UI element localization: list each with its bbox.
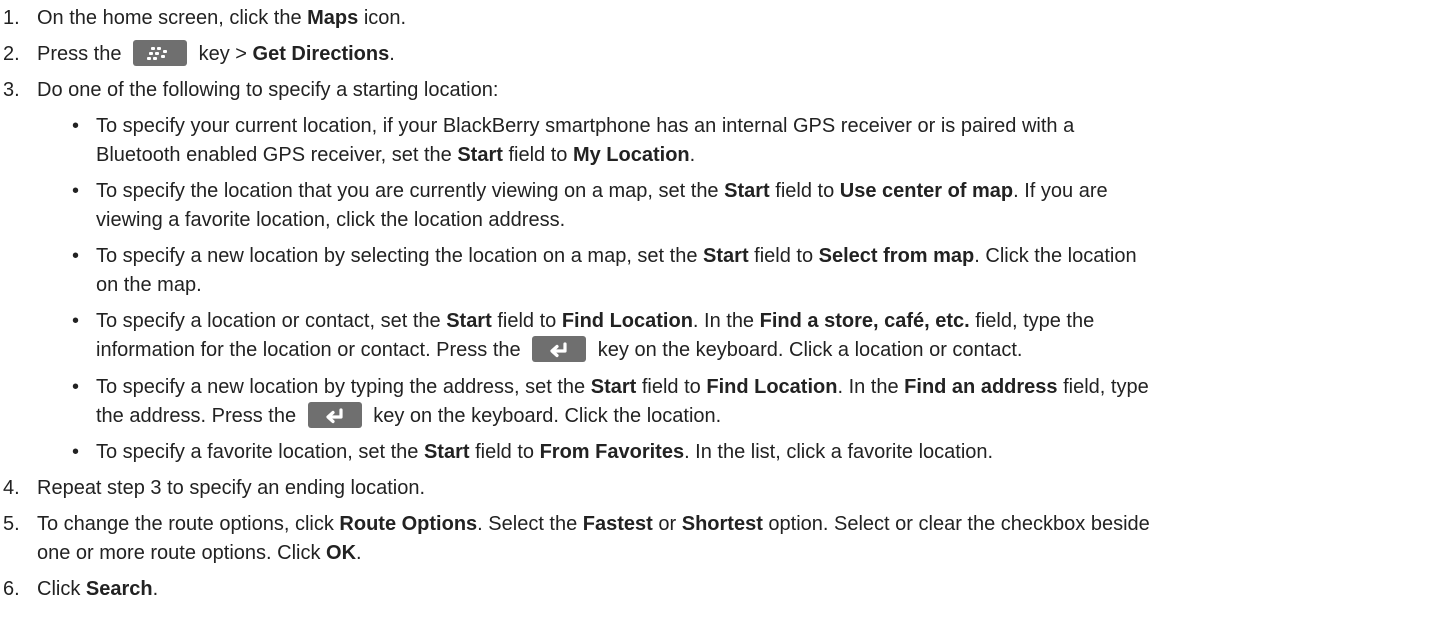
- bullet-glyph: •: [72, 245, 80, 267]
- bold-term: Route Options: [339, 513, 478, 535]
- text-run: To specify a location or contact, set th…: [96, 310, 447, 332]
- step-1-text: On the home screen, click the Maps icon.: [37, 5, 406, 31]
- bullet-3-line-1: To specify a new location by selecting t…: [96, 243, 1137, 269]
- text-run: field to: [502, 144, 573, 166]
- bold-term: Maps: [307, 7, 359, 29]
- instructions-document: 1. On the home screen, click the Maps ic…: [0, 0, 1429, 633]
- bold-term: Fastest: [582, 513, 653, 535]
- bold-term: Start: [724, 180, 770, 202]
- bullet-glyph: •: [72, 441, 80, 463]
- text-run: field to: [491, 310, 562, 332]
- bold-term: Start: [457, 144, 503, 166]
- text-run: on the map.: [96, 274, 202, 296]
- text-run: . In the: [837, 376, 905, 398]
- text-run: To specify your current location, if you…: [96, 115, 1075, 137]
- text-run: icon.: [358, 7, 407, 29]
- bold-term: Use center of map: [839, 180, 1014, 202]
- bold-term: Start: [423, 441, 470, 463]
- text-run: To specify the location that you are cur…: [96, 180, 725, 202]
- text-run: Repeat step 3 to specify an ending locat…: [37, 477, 426, 499]
- text-run: Press the: [37, 43, 128, 65]
- bullet-5-line-2: the address. Press the key on the keyboa…: [96, 401, 722, 429]
- text-run: . In the: [692, 310, 760, 332]
- bullet-glyph: •: [72, 115, 80, 137]
- bullet-1-line-2: Bluetooth enabled GPS receiver, set the …: [96, 142, 695, 168]
- enter-key-icon: [307, 401, 362, 428]
- bullet-glyph: •: [72, 310, 80, 332]
- text-run: . If you are: [1013, 180, 1108, 202]
- step-4-text: Repeat step 3 to specify an ending locat…: [37, 475, 425, 501]
- text-run: Click: [37, 578, 86, 600]
- bold-term: Start: [590, 376, 637, 398]
- text-run: field to: [769, 180, 840, 202]
- bold-term: Start: [446, 310, 492, 332]
- bold-term: Search: [85, 578, 153, 600]
- text-run: field to: [469, 441, 540, 463]
- bullet-4-line-2: information for the location or contact.…: [96, 335, 1023, 363]
- text-run: field to: [636, 376, 707, 398]
- bullet-3-line-2: on the map.: [96, 272, 202, 298]
- bold-term: Shortest: [681, 513, 763, 535]
- text-run: . Select the: [477, 513, 583, 535]
- menu-key-icon: [133, 39, 188, 66]
- bold-term: Get Directions: [252, 43, 390, 65]
- text-run: To change the route options, click: [37, 513, 340, 535]
- text-run: . Click the location: [974, 245, 1137, 267]
- step-5-line-2: one or more route options. Click OK.: [37, 540, 362, 566]
- text-run: .: [389, 43, 395, 65]
- text-run: To specify a new location by selecting t…: [96, 245, 704, 267]
- bullet-4-line-1: To specify a location or contact, set th…: [96, 308, 1094, 334]
- bullet-6-line-1: To specify a favorite location, set the …: [96, 439, 993, 465]
- enter-key-icon: [532, 335, 587, 362]
- bullet-5-line-1: To specify a new location by typing the …: [96, 374, 1149, 400]
- bullet-2-line-1: To specify the location that you are cur…: [96, 178, 1108, 204]
- text-run: To specify a new location by typing the …: [96, 376, 591, 398]
- bullet-1-line-1: To specify your current location, if you…: [96, 113, 1074, 139]
- bullet-glyph: •: [72, 376, 80, 398]
- text-run: .: [152, 578, 159, 600]
- text-run: . In the list, click a favorite location…: [684, 441, 994, 463]
- text-run: key on the keyboard. Click a location or…: [592, 339, 1023, 361]
- bold-term: Start: [703, 245, 749, 267]
- bullet-glyph: •: [72, 180, 80, 202]
- text-run: field, type: [1057, 376, 1149, 398]
- step-5-line-1: To change the route options, click Route…: [37, 511, 1150, 537]
- bold-term: Select from map: [818, 245, 975, 267]
- bold-term: OK: [326, 542, 357, 564]
- step-2-text: Press the key > Get Directions.: [37, 39, 395, 67]
- text-run: Do one of the following to specify a sta…: [37, 79, 499, 101]
- step-6-text: Click Search.: [37, 576, 158, 602]
- bullet-2-line-2: viewing a favorite location, click the l…: [96, 207, 565, 233]
- text-run: key >: [193, 43, 253, 65]
- step-3-text: Do one of the following to specify a sta…: [37, 77, 498, 103]
- bold-term: Find an address: [904, 376, 1058, 398]
- text-run: Bluetooth enabled GPS receiver, set the: [96, 144, 458, 166]
- text-run: .: [689, 144, 696, 166]
- step-number: 6.: [3, 578, 20, 600]
- text-run: option. Select or clear the checkbox bes…: [762, 513, 1150, 535]
- text-run: field, type the: [969, 310, 1095, 332]
- bold-term: Find a store, café, etc.: [759, 310, 970, 332]
- text-run: To specify a favorite location, set the: [96, 441, 424, 463]
- text-run: On the home screen, click the: [37, 7, 308, 29]
- text-run: the address. Press the: [96, 405, 302, 427]
- text-run: .: [356, 542, 362, 564]
- step-number: 5.: [3, 513, 20, 535]
- bold-term: My Location: [572, 144, 690, 166]
- text-run: or: [652, 513, 682, 535]
- text-run: viewing a favorite location, click the l…: [96, 209, 566, 231]
- step-number: 4.: [3, 477, 20, 499]
- text-run: key on the keyboard. Click the location.: [367, 405, 722, 427]
- bold-term: Find Location: [561, 310, 693, 332]
- text-run: one or more route options. Click: [37, 542, 327, 564]
- step-number: 2.: [3, 43, 20, 65]
- bold-term: From Favorites: [539, 441, 685, 463]
- bold-term: Find Location: [706, 376, 838, 398]
- text-run: field to: [748, 245, 819, 267]
- step-number: 1.: [3, 7, 20, 29]
- step-number: 3.: [3, 79, 20, 101]
- text-run: information for the location or contact.…: [96, 339, 527, 361]
